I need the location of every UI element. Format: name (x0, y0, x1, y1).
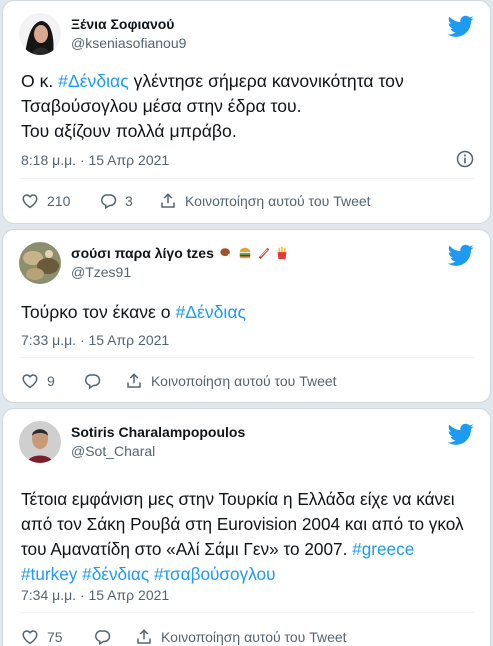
fries-emoji (278, 246, 287, 260)
tweet-card[interactable]: Sotiris Charalampopoulos @Sot_Charal Τέτ… (2, 408, 491, 646)
display-name[interactable]: Ξένια Σοφιανού (71, 15, 186, 33)
hashtag-link[interactable]: #τσαβούσογλου (154, 564, 276, 584)
tweet-header: Ξένια Σοφιανού @kseniasofianou9 (19, 13, 474, 61)
user-block[interactable]: σούσι παρα λίγο tzes @Tzes91 (71, 244, 289, 282)
user-block[interactable]: Sotiris Charalampopoulos @Sot_Charal (71, 423, 245, 461)
share-label: Κοινοποίηση αυτού του Tweet (185, 193, 371, 209)
like-button[interactable]: 75 (21, 628, 63, 646)
share-button[interactable]: Κοινοποίηση αυτού του Tweet (159, 192, 371, 210)
poultry-leg-emoji (220, 248, 232, 258)
tweet-text: Τούρκο τον έκανε ο #Δένδιας (21, 300, 472, 325)
user-handle[interactable]: @Sot_Charal (71, 441, 245, 461)
tweet-text-segment: Τούρκο τον έκανε ο (21, 302, 176, 322)
tweet-card[interactable]: σούσι παρα λίγο tzes @Tzes91 Τούρκο τον … (2, 229, 491, 403)
like-count: 75 (47, 629, 63, 645)
tweet-timestamp[interactable]: 7:34 μ.μ. · 15 Απρ 2021 (21, 587, 169, 603)
heart-icon (22, 630, 38, 645)
reply-button[interactable] (93, 628, 119, 646)
divider (19, 357, 474, 358)
display-name[interactable]: Sotiris Charalampopoulos (71, 423, 245, 441)
share-button[interactable]: Κοινοποίηση αυτού του Tweet (125, 372, 337, 390)
tweet-header: σούσι παρα λίγο tzes @Tzes91 (19, 242, 474, 290)
like-count: 9 (47, 373, 55, 389)
avatar[interactable] (19, 421, 61, 463)
bacon-emoji (258, 247, 269, 260)
tweet-actions: 9 Κοινοποίηση αυτού του Tweet (21, 372, 474, 392)
reply-button[interactable]: 3 (99, 192, 133, 210)
twitter-bird-icon[interactable] (448, 421, 474, 447)
share-icon (127, 373, 141, 388)
avatar[interactable] (19, 13, 61, 55)
divider (19, 178, 474, 179)
user-handle[interactable]: @kseniasofianou9 (71, 33, 186, 53)
heart-icon (22, 194, 38, 209)
share-icon (161, 193, 175, 208)
tweet-text-segment: Ο κ. (21, 71, 59, 91)
tweet-text-segment: Του αξίζουν πολλά μπράβο. (21, 121, 237, 141)
like-button[interactable]: 210 (21, 192, 70, 210)
display-name[interactable]: σούσι παρα λίγο tzes (71, 244, 289, 262)
hashtag-link[interactable]: #Δένδιας (175, 302, 246, 322)
like-button[interactable]: 9 (21, 372, 55, 390)
tweet-header: Sotiris Charalampopoulos @Sot_Charal (19, 421, 474, 469)
share-button[interactable]: Κοινοποίηση αυτού του Tweet (135, 628, 347, 646)
reply-count: 3 (125, 193, 133, 209)
share-label: Κοινοποίηση αυτού του Tweet (151, 373, 337, 389)
tweet-timestamp[interactable]: 7:33 μ.μ. · 15 Απρ 2021 (21, 332, 169, 348)
reply-icon (95, 630, 111, 646)
user-handle[interactable]: @Tzes91 (71, 262, 289, 282)
twitter-bird-icon[interactable] (448, 13, 474, 39)
share-label: Κοινοποίηση αυτού του Tweet (161, 629, 347, 645)
tweet-text: Τέτοια εμφάνιση μες στην Τουρκία η Ελλάδ… (21, 487, 472, 587)
display-name-text: σούσι παρα λίγο tzes (71, 245, 214, 261)
hamburger-emoji (239, 247, 250, 259)
share-icon (137, 629, 151, 644)
hashtag-link[interactable]: #turkey (21, 564, 77, 584)
tweet-card[interactable]: Ξένια Σοφιανού @kseniasofianou9 Ο κ. #Δέ… (2, 0, 491, 224)
tweet-actions: 75 Κοινοποίηση αυτού του Tweet (21, 628, 474, 646)
tweet-timestamp[interactable]: 8:18 μ.μ. · 15 Απρ 2021 (21, 152, 169, 168)
twitter-bird-icon[interactable] (448, 242, 474, 268)
tweet-text: Ο κ. #Δένδιας γλέντησε σήμερα κανονικότη… (21, 69, 472, 144)
hashtag-link[interactable]: #greece (352, 539, 414, 559)
info-icon[interactable] (456, 150, 474, 168)
user-block[interactable]: Ξένια Σοφιανού @kseniasofianou9 (71, 15, 186, 53)
reply-button[interactable] (83, 372, 109, 390)
reply-icon (101, 194, 117, 210)
hashtag-link[interactable]: #δένδιας (82, 564, 149, 584)
reply-icon (85, 374, 101, 390)
divider (19, 612, 474, 613)
like-count: 210 (47, 193, 71, 209)
heart-icon (22, 374, 38, 389)
tweet-actions: 210 3 Κοινοποίηση αυτού του Tweet (21, 192, 474, 212)
avatar[interactable] (19, 242, 61, 284)
hashtag-link[interactable]: #Δένδιας (58, 71, 129, 91)
